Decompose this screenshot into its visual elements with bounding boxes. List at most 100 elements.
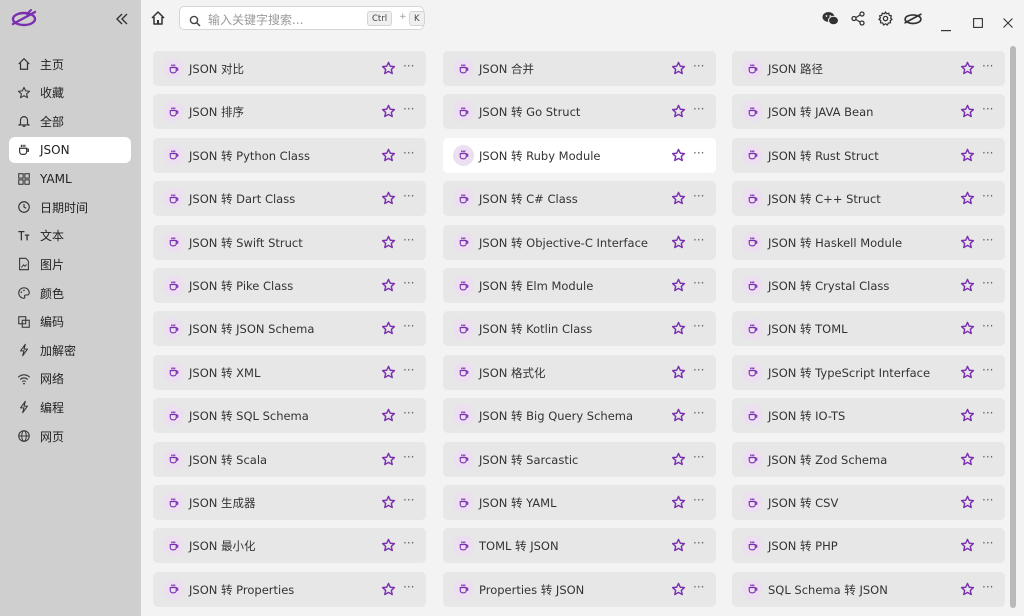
favorite-star-icon[interactable]	[671, 582, 686, 601]
favorite-star-icon[interactable]	[671, 148, 686, 167]
tool-card[interactable]: JSON 转 CSV ···	[732, 485, 1005, 520]
sidebar-item-12[interactable]: 编程	[9, 394, 131, 421]
favorite-star-icon[interactable]	[671, 408, 686, 427]
favorite-star-icon[interactable]	[381, 452, 396, 471]
favorite-star-icon[interactable]	[381, 365, 396, 384]
tool-card[interactable]: JSON 转 Ruby Module ···	[443, 137, 716, 173]
favorite-star-icon[interactable]	[381, 408, 396, 427]
sidebar-item-8[interactable]: 颜色	[9, 280, 131, 307]
more-options-icon[interactable]: ···	[982, 363, 993, 377]
favorite-star-icon[interactable]	[960, 148, 975, 167]
sidebar-item-11[interactable]: 网络	[9, 366, 131, 393]
tool-card[interactable]: JSON 转 Dart Class ···	[153, 181, 426, 217]
more-options-icon[interactable]: ···	[403, 146, 414, 160]
sidebar-item-13[interactable]: 网页	[9, 423, 131, 450]
favorite-star-icon[interactable]	[381, 235, 396, 254]
more-options-icon[interactable]: ···	[403, 493, 414, 507]
tool-card[interactable]: TOML 转 JSON ···	[443, 528, 716, 564]
tool-card[interactable]: JSON 转 Python Class ···	[153, 137, 426, 173]
favorite-star-icon[interactable]	[960, 278, 975, 297]
sidebar-item-9[interactable]: 编码	[9, 308, 131, 335]
tool-card[interactable]: JSON 排序 ···	[153, 94, 426, 130]
tool-card[interactable]: JSON 最小化 ···	[153, 528, 426, 564]
more-options-icon[interactable]: ···	[693, 363, 704, 377]
sidebar-item-7[interactable]: 图片	[9, 251, 131, 278]
more-options-icon[interactable]: ···	[403, 363, 414, 377]
more-options-icon[interactable]: ···	[403, 450, 414, 464]
favorite-star-icon[interactable]	[671, 104, 686, 123]
tool-card[interactable]: JSON 转 JSON Schema ···	[153, 311, 426, 347]
favorite-star-icon[interactable]	[960, 408, 975, 427]
tool-card[interactable]: JSON 路径 ···	[732, 51, 1005, 86]
more-options-icon[interactable]: ···	[982, 233, 993, 247]
more-options-icon[interactable]: ···	[403, 189, 414, 203]
more-options-icon[interactable]: ···	[693, 59, 704, 73]
tool-card[interactable]: JSON 转 XML ···	[153, 354, 426, 390]
sidebar-item-0[interactable]: 主页	[9, 51, 131, 78]
sidebar-item-3[interactable]: JSON	[9, 136, 131, 164]
favorite-star-icon[interactable]	[381, 495, 396, 514]
home-icon[interactable]	[150, 10, 166, 30]
share-icon[interactable]	[851, 11, 865, 30]
favorite-star-icon[interactable]	[381, 582, 396, 601]
more-options-icon[interactable]: ···	[982, 450, 993, 464]
tool-card[interactable]: JSON 转 PHP ···	[732, 528, 1005, 564]
more-options-icon[interactable]: ···	[403, 319, 414, 333]
favorite-star-icon[interactable]	[960, 191, 975, 210]
favorite-star-icon[interactable]	[381, 148, 396, 167]
favorite-star-icon[interactable]	[671, 61, 686, 80]
tool-card[interactable]: JSON 转 Crystal Class ···	[732, 268, 1005, 303]
tool-card[interactable]: JSON 转 TOML ···	[732, 311, 1005, 347]
favorite-star-icon[interactable]	[381, 191, 396, 210]
favorite-star-icon[interactable]	[960, 538, 975, 557]
favorite-star-icon[interactable]	[381, 61, 396, 80]
favorite-star-icon[interactable]	[671, 495, 686, 514]
app-logo[interactable]	[10, 8, 38, 32]
tool-card[interactable]: JSON 转 Sarcastic ···	[443, 441, 716, 477]
more-options-icon[interactable]: ···	[403, 276, 414, 290]
tool-card[interactable]: SQL Schema 转 JSON ···	[732, 571, 1005, 607]
favorite-star-icon[interactable]	[960, 104, 975, 123]
tool-card[interactable]: JSON 转 Rust Struct ···	[732, 137, 1005, 173]
favorite-star-icon[interactable]	[381, 278, 396, 297]
scrollbar[interactable]	[1010, 46, 1016, 608]
tool-card[interactable]: JSON 格式化 ···	[443, 354, 716, 390]
maximize-icon[interactable]	[973, 13, 983, 32]
favorite-star-icon[interactable]	[671, 538, 686, 557]
tool-card[interactable]: JSON 转 JAVA Bean ···	[732, 94, 1005, 130]
sidebar-item-2[interactable]: 全部	[9, 108, 131, 135]
more-options-icon[interactable]: ···	[982, 319, 993, 333]
favorite-star-icon[interactable]	[960, 61, 975, 80]
more-options-icon[interactable]: ···	[403, 580, 414, 594]
more-options-icon[interactable]: ···	[693, 450, 704, 464]
more-options-icon[interactable]: ···	[982, 59, 993, 73]
favorite-star-icon[interactable]	[960, 582, 975, 601]
favorite-star-icon[interactable]	[381, 321, 396, 340]
tool-card[interactable]: JSON 转 TypeScript Interface ···	[732, 354, 1005, 390]
more-options-icon[interactable]: ···	[693, 233, 704, 247]
tool-card[interactable]: JSON 转 Zod Schema ···	[732, 441, 1005, 477]
more-options-icon[interactable]: ···	[693, 319, 704, 333]
favorite-star-icon[interactable]	[960, 452, 975, 471]
more-options-icon[interactable]: ···	[982, 146, 993, 160]
favorite-star-icon[interactable]	[671, 321, 686, 340]
sidebar-item-10[interactable]: 加解密	[9, 337, 131, 364]
more-options-icon[interactable]: ···	[403, 536, 414, 550]
tool-card[interactable]: JSON 转 Pike Class ···	[153, 268, 426, 303]
tool-card[interactable]: JSON 转 Swift Struct ···	[153, 224, 426, 260]
wechat-icon[interactable]	[822, 11, 839, 30]
app-mini-logo-icon[interactable]	[903, 11, 923, 30]
tool-card[interactable]: JSON 转 Scala ···	[153, 441, 426, 477]
minimize-icon[interactable]	[941, 17, 951, 36]
tool-card[interactable]: JSON 转 Objective-C Interface ···	[443, 224, 716, 260]
more-options-icon[interactable]: ···	[982, 189, 993, 203]
more-options-icon[interactable]: ···	[982, 580, 993, 594]
sidebar-item-4[interactable]: YAML	[9, 165, 131, 192]
favorite-star-icon[interactable]	[960, 321, 975, 340]
tool-card[interactable]: JSON 转 IO-TS ···	[732, 398, 1005, 434]
tool-card[interactable]: JSON 生成器 ···	[153, 485, 426, 520]
tool-card[interactable]: JSON 转 C++ Struct ···	[732, 181, 1005, 217]
tool-card[interactable]: JSON 转 Properties ···	[153, 571, 426, 607]
more-options-icon[interactable]: ···	[693, 536, 704, 550]
tool-card[interactable]: JSON 转 YAML ···	[443, 485, 716, 520]
